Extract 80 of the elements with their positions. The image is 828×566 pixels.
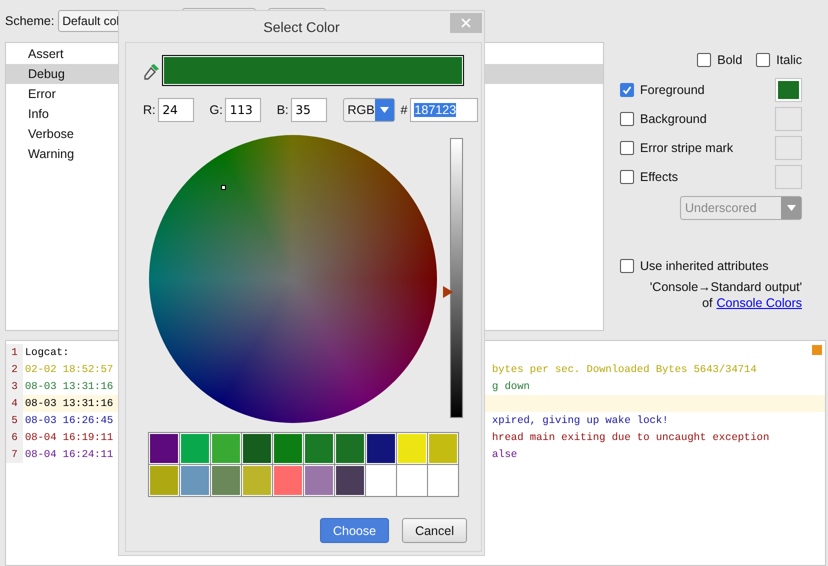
checkbox-label: Background xyxy=(640,112,707,126)
cancel-button[interactable]: Cancel xyxy=(402,518,467,543)
checkbox[interactable] xyxy=(620,112,634,126)
recent-color-swatch[interactable] xyxy=(366,465,396,496)
channel-input[interactable]: 35 xyxy=(290,98,327,122)
checkbox[interactable] xyxy=(620,170,634,184)
checkbox-label: Italic xyxy=(776,53,802,67)
checkbox-label: Bold xyxy=(717,53,742,67)
checkbox[interactable] xyxy=(697,53,712,67)
log-text: alse xyxy=(492,448,518,460)
checkbox-label: Effects xyxy=(640,170,678,184)
recent-color-swatch[interactable] xyxy=(273,433,303,464)
channel-input[interactable]: 113 xyxy=(224,98,261,122)
recent-color-swatch[interactable] xyxy=(149,433,179,464)
console-colors-link[interactable]: Console Colors xyxy=(716,296,802,310)
recent-color-swatch[interactable] xyxy=(180,465,210,496)
recent-color-swatch[interactable] xyxy=(304,433,334,464)
checkbox-label: Foreground xyxy=(640,83,705,97)
hash-label: # xyxy=(400,103,408,117)
log-text: Logcat: xyxy=(25,346,70,358)
recent-color-swatch[interactable] xyxy=(304,465,334,496)
checkbox[interactable] xyxy=(620,141,634,155)
scheme-label: Scheme: xyxy=(5,14,54,28)
log-text: bytes per sec. Downloaded Bytes 5643/34714 xyxy=(492,364,757,376)
checkbox-label: Error stripe mark xyxy=(640,141,734,155)
log-text: 02-02 18:52:57 xyxy=(25,364,114,376)
recent-color-swatch[interactable] xyxy=(397,433,427,464)
line-number: 3 xyxy=(6,378,23,395)
channel-label: R: xyxy=(143,103,156,117)
recent-color-swatch[interactable] xyxy=(211,465,241,496)
caret-icon xyxy=(786,205,796,211)
recent-color-swatch[interactable] xyxy=(242,433,272,464)
channel-label: B: xyxy=(276,103,289,117)
color-swatch[interactable] xyxy=(775,78,802,102)
log-text: xpired, giving up wake lock! xyxy=(492,414,668,426)
error-stripe-marker xyxy=(812,345,822,355)
log-text: 08-04 16:24:11 xyxy=(25,448,114,460)
color-picker-handle[interactable] xyxy=(221,185,226,190)
recent-color-swatch[interactable] xyxy=(211,433,241,464)
checkbox[interactable] xyxy=(620,259,634,273)
log-text: 08-03 16:26:45 xyxy=(25,414,114,426)
recent-color-swatch[interactable] xyxy=(335,433,365,464)
hex-input[interactable]: 187123 xyxy=(410,98,478,122)
log-text: 08-03 13:31:16 xyxy=(25,398,114,410)
log-text: hread main exiting due to uncaught exception xyxy=(492,432,770,444)
recent-color-swatch[interactable] xyxy=(366,433,396,464)
recent-color-swatch[interactable] xyxy=(242,465,272,496)
line-number: 7 xyxy=(6,446,23,463)
channel-label: G: xyxy=(210,103,223,117)
slider-pointer[interactable] xyxy=(443,286,453,298)
checkbox[interactable] xyxy=(756,53,770,67)
caret-icon xyxy=(380,107,389,113)
inherit-prefix: of xyxy=(702,296,713,310)
line-number: 6 xyxy=(6,429,23,446)
color-swatch[interactable] xyxy=(775,165,802,189)
log-text: g down xyxy=(492,380,530,392)
line-number: 2 xyxy=(6,361,23,378)
dialog-title: Select Color xyxy=(263,18,340,34)
line-number: 1 xyxy=(6,344,23,361)
color-swatch[interactable] xyxy=(775,107,802,131)
recent-color-swatch[interactable] xyxy=(180,433,210,464)
checkbox[interactable] xyxy=(620,83,634,97)
line-number: 4 xyxy=(6,395,23,412)
recent-color-swatch[interactable] xyxy=(397,465,427,496)
eyedropper-icon[interactable] xyxy=(143,62,161,80)
color-swatch[interactable] xyxy=(775,136,802,160)
recent-color-swatch[interactable] xyxy=(149,465,179,496)
recent-color-swatch[interactable] xyxy=(273,465,303,496)
recent-color-swatch[interactable] xyxy=(428,465,458,496)
color-mode-dropdown[interactable]: RGB xyxy=(342,98,395,122)
close-icon xyxy=(461,18,471,28)
channel-input[interactable]: 24 xyxy=(158,98,194,122)
choose-button[interactable]: Choose xyxy=(320,518,390,543)
log-text: 08-04 16:19:11 xyxy=(25,432,114,444)
recent-color-swatch[interactable] xyxy=(335,465,365,496)
log-text: 08-03 13:31:16 xyxy=(25,380,114,392)
checkbox-label: Use inherited attributes xyxy=(640,259,769,273)
recent-color-swatch[interactable] xyxy=(428,433,458,464)
line-number: 5 xyxy=(6,412,23,429)
inherit-note: 'Console→Standard output' xyxy=(650,280,802,294)
